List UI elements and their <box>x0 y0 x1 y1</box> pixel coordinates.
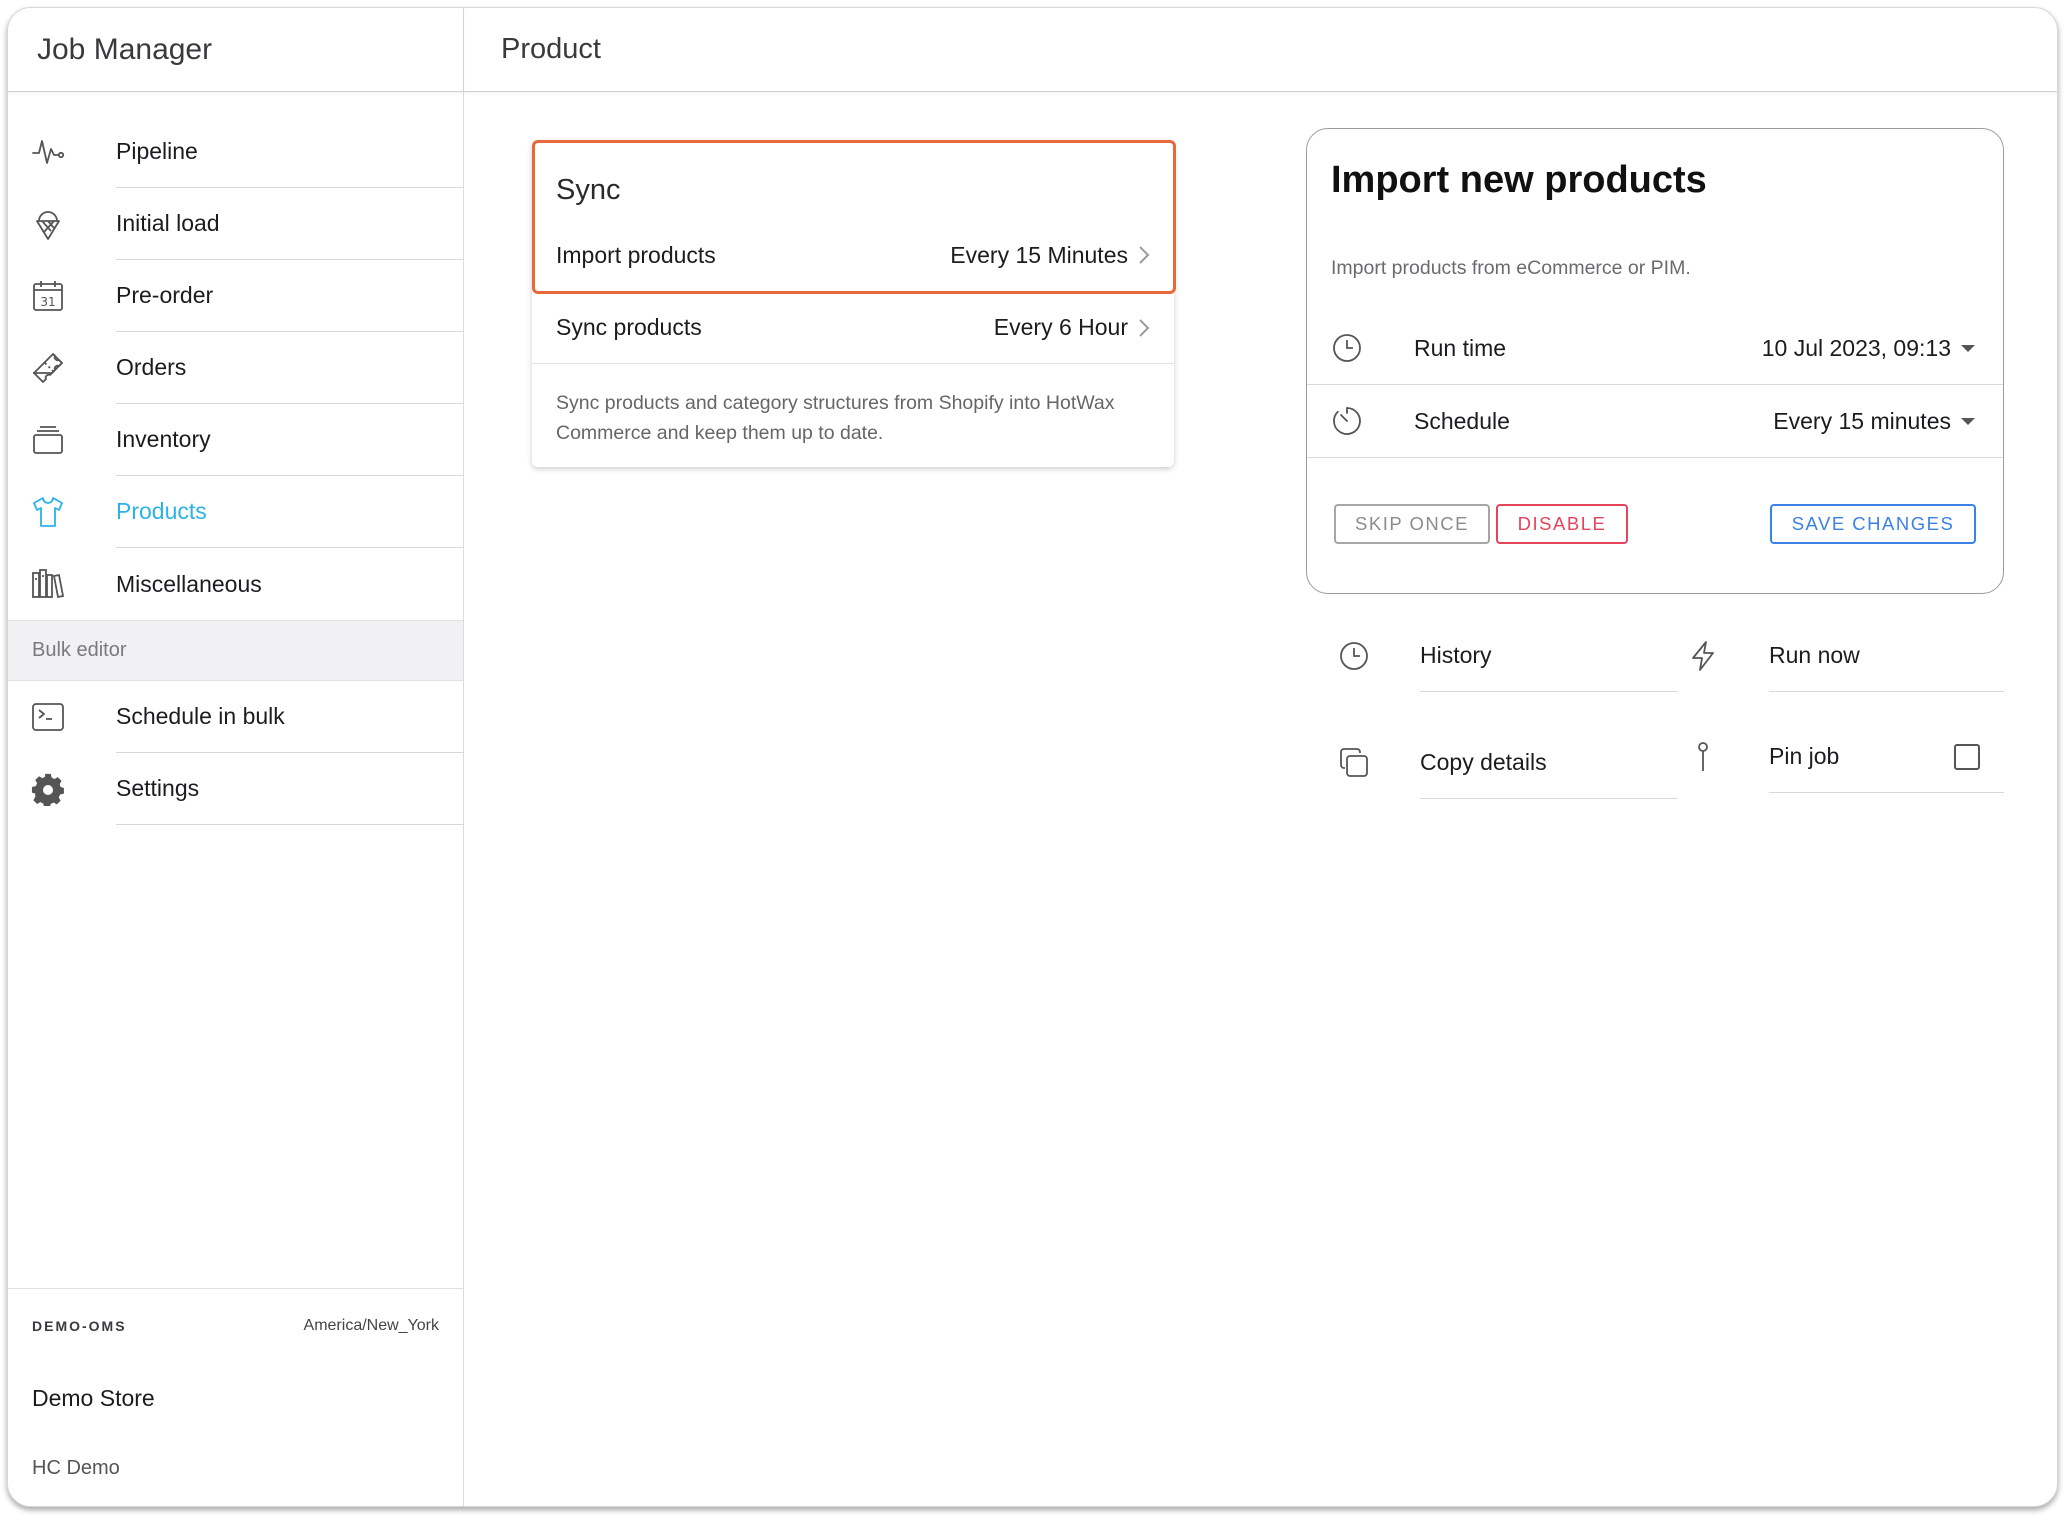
sync-card: Sync Import products Every 15 Minutes Sy… <box>532 140 1176 467</box>
brand-name: HC Demo <box>32 1457 120 1479</box>
sidebar-item-products[interactable]: Products <box>8 476 463 548</box>
sidebar-item-label: Schedule in bulk <box>116 681 463 753</box>
job-row-import-products[interactable]: Import products Every 15 Minutes <box>556 219 1150 291</box>
sidebar: Job Manager Pipeline Initial load 31 Pre… <box>8 8 464 1506</box>
sidebar-item-miscellaneous[interactable]: Miscellaneous <box>8 548 463 620</box>
job-frequency: Every 15 Minutes <box>950 241 1128 268</box>
job-frequency: Every 6 Hour <box>993 314 1128 340</box>
sidebar-item-label: Settings <box>116 753 463 825</box>
sidebar-item-label: Initial load <box>116 188 463 260</box>
sidebar-item-inventory[interactable]: Inventory <box>8 404 463 476</box>
sidebar-item-initial-load[interactable]: Initial load <box>8 188 463 260</box>
albums-icon <box>30 422 66 458</box>
job-value: Every 15 Minutes <box>950 242 1150 269</box>
caret-down-icon <box>1961 417 1975 425</box>
pulse-icon <box>30 134 66 170</box>
shirt-icon <box>30 494 66 530</box>
pin-job-action: Pin job <box>1687 721 2004 793</box>
pin-job-checkbox[interactable] <box>1954 744 1980 770</box>
run-now-action[interactable]: Run now <box>1687 620 2004 692</box>
job-value: Every 6 Hour <box>994 314 1150 341</box>
terminal-icon <box>30 699 66 735</box>
copy-details-action[interactable]: Copy details <box>1338 727 1678 799</box>
sidebar-item-orders[interactable]: Orders <box>8 332 463 404</box>
job-detail-card: Import new products Import products from… <box>1306 128 2004 594</box>
history-label: History <box>1420 620 1678 692</box>
page-title: Product <box>464 8 2057 92</box>
section-header-bulk-editor: Bulk editor <box>8 620 463 681</box>
run-time-value: 10 Jul 2023, 09:13 <box>1761 334 1951 361</box>
job-row-sync-products[interactable]: Sync products Every 6 Hour <box>556 291 1150 363</box>
pin-icon <box>1698 742 1708 771</box>
svg-text:31: 31 <box>40 295 55 309</box>
job-detail-description: Import products from eCommerce or PIM. <box>1331 257 1691 279</box>
save-changes-button[interactable]: SAVE CHANGES <box>1770 504 1976 544</box>
sidebar-item-label: Products <box>116 476 463 548</box>
chevron-right-icon <box>1139 246 1150 264</box>
copy-icon <box>1340 748 1368 777</box>
sidebar-item-label: Pre-order <box>116 260 463 332</box>
caret-down-icon <box>1961 344 1975 352</box>
divider <box>532 363 1174 364</box>
schedule-select[interactable]: Every 15 minutes <box>1773 408 1975 435</box>
clock-icon <box>1340 642 1368 670</box>
sidebar-footer: DEMO-OMS America/New_York Demo Store HC … <box>8 1288 463 1506</box>
disable-button[interactable]: DISABLE <box>1496 504 1628 544</box>
main-content: Product Sync Import products Every 15 Mi… <box>464 8 2057 1506</box>
ice-cream-icon <box>30 206 66 242</box>
library-icon <box>30 566 66 602</box>
clock-icon <box>1333 334 1361 362</box>
job-label: Import products <box>556 241 716 268</box>
footer-row: DEMO-OMS America/New_York <box>32 1317 439 1335</box>
sidebar-item-schedule-in-bulk[interactable]: Schedule in bulk <box>8 681 463 753</box>
sidebar-item-label: Orders <box>116 332 463 404</box>
skip-once-button[interactable]: SKIP ONCE <box>1334 504 1490 544</box>
run-time-row: Run time 10 Jul 2023, 09:13 <box>1307 312 2003 385</box>
history-action[interactable]: History <box>1338 620 1678 692</box>
store-name[interactable]: Demo Store <box>32 1385 155 1412</box>
schedule-row: Schedule Every 15 minutes <box>1307 385 2003 458</box>
sidebar-item-pipeline[interactable]: Pipeline <box>8 116 463 188</box>
sidebar-item-label: Miscellaneous <box>116 570 262 597</box>
copy-details-label: Copy details <box>1420 727 1678 799</box>
flash-icon <box>1692 641 1714 671</box>
sync-card-description: Sync products and category structures fr… <box>556 392 1115 444</box>
sidebar-bulk-nav: Schedule in bulk Settings <box>8 681 463 825</box>
app-window: Job Manager Pipeline Initial load 31 Pre… <box>7 7 2058 1507</box>
gear-icon <box>30 771 66 807</box>
sidebar-item-settings[interactable]: Settings <box>8 753 463 825</box>
timezone[interactable]: America/New_York <box>304 1317 439 1335</box>
app-title: Job Manager <box>8 8 463 92</box>
chevron-right-icon <box>1139 318 1150 337</box>
schedule-label: Schedule <box>1414 407 1510 434</box>
schedule-value: Every 15 minutes <box>1773 407 1951 434</box>
sync-card-title: Sync <box>556 174 621 206</box>
timer-icon <box>1333 407 1361 435</box>
ticket-icon <box>30 350 66 386</box>
instance-name: DEMO-OMS <box>32 1318 127 1334</box>
job-detail-title: Import new products <box>1331 159 1707 201</box>
run-time-select[interactable]: 10 Jul 2023, 09:13 <box>1762 335 1975 362</box>
sidebar-item-label: Inventory <box>116 404 463 476</box>
calendar-icon: 31 <box>30 278 66 314</box>
run-now-label: Run now <box>1769 620 2004 692</box>
sidebar-item-pre-order[interactable]: 31 Pre-order <box>8 260 463 332</box>
run-time-label: Run time <box>1414 334 1507 361</box>
sidebar-nav: Pipeline Initial load 31 Pre-order Order… <box>8 92 463 620</box>
job-label: Sync products <box>556 314 702 340</box>
sidebar-item-label: Pipeline <box>116 116 463 188</box>
